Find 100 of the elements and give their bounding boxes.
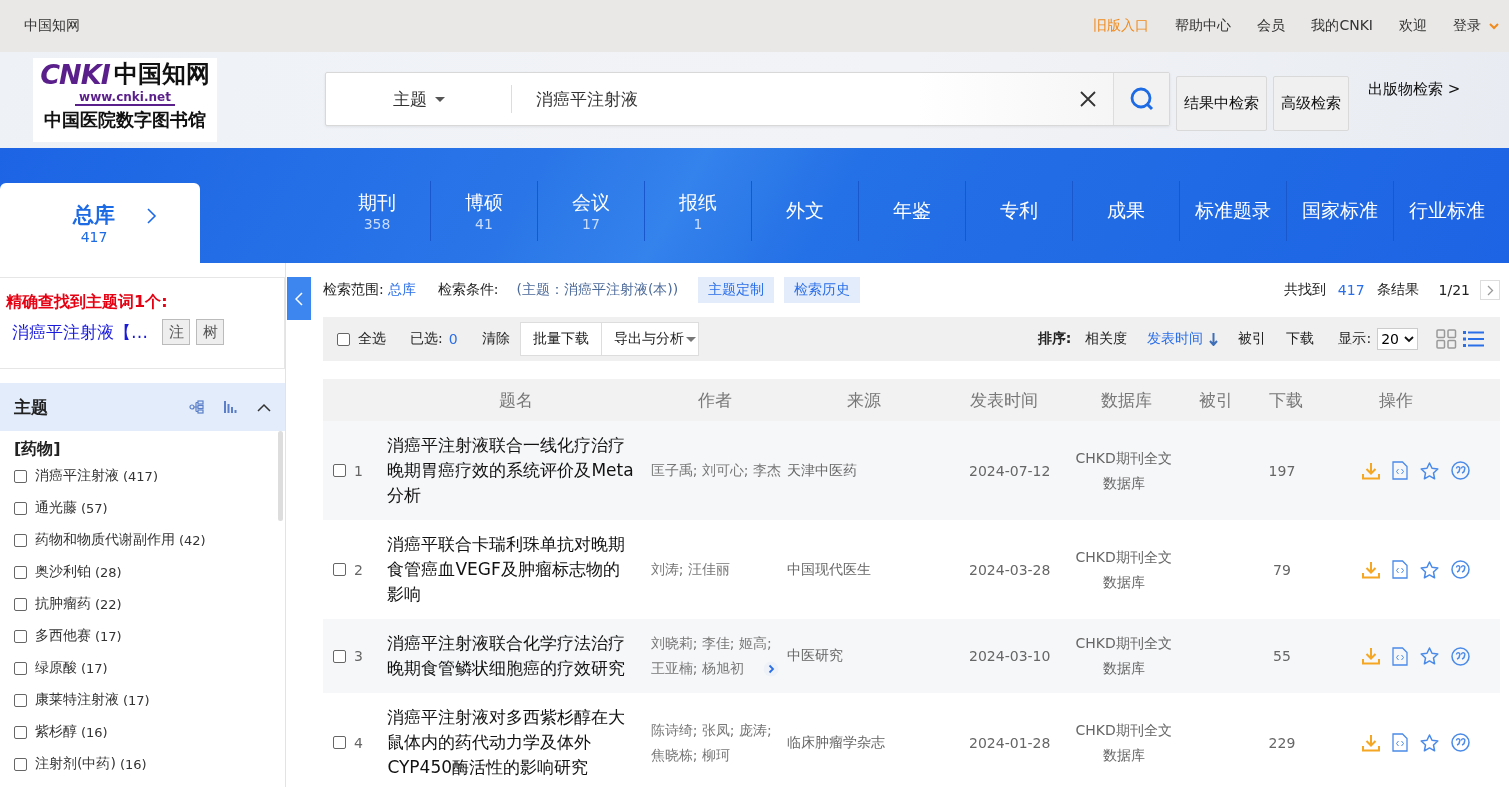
publication-search-link[interactable]: 出版物检索 > — [1368, 80, 1461, 99]
facet-option[interactable]: 奥沙利铂 (28) — [14, 556, 285, 588]
top-link[interactable]: 欢迎 — [1399, 17, 1427, 35]
info-button[interactable]: 主题定制 — [698, 277, 775, 303]
document-icon[interactable] — [1391, 560, 1408, 579]
database-tab[interactable]: 会议 17 — [537, 181, 644, 241]
database-tab[interactable]: 报纸 1 — [644, 181, 751, 241]
quote-icon[interactable] — [1450, 733, 1470, 752]
sort-option[interactable]: 相关度 — [1075, 330, 1138, 348]
article-title-link[interactable]: 消癌平注射液对多西紫杉醇在大鼠体内的药代动力学及体外CYP450酶活性的影响研究 — [387, 705, 647, 780]
author-list[interactable]: 刘晓莉; 李佳; 姬高; 王亚楠; 杨旭初 — [650, 631, 784, 681]
top-link[interactable]: 帮助中心 — [1175, 17, 1232, 35]
arrow-down-icon[interactable] — [1209, 332, 1219, 346]
facet-option[interactable]: 消癌平注射液 (417) — [14, 460, 285, 492]
star-icon[interactable] — [1419, 461, 1439, 480]
select-all-checkbox[interactable]: 全选 — [337, 330, 386, 348]
download-icon[interactable] — [1361, 560, 1380, 579]
download-icon[interactable] — [1361, 461, 1380, 480]
checkbox[interactable] — [14, 629, 27, 643]
checkbox[interactable] — [14, 725, 27, 739]
database-tab[interactable]: 年鉴 — [858, 181, 965, 241]
topic-term-button[interactable]: 注 — [162, 319, 190, 345]
checkbox[interactable] — [14, 533, 27, 547]
bar-chart-icon[interactable] — [223, 400, 239, 414]
caret-icon[interactable] — [1404, 335, 1414, 343]
database-tab[interactable]: 博硕 41 — [430, 181, 537, 241]
star-icon[interactable] — [1419, 647, 1439, 665]
list-view-icon[interactable] — [1463, 330, 1484, 348]
facet-option[interactable]: 多西他赛 (17) — [14, 620, 285, 652]
sort-option[interactable]: 发表时间 — [1137, 330, 1229, 348]
search-button[interactable] — [1113, 73, 1169, 125]
row-checkbox[interactable]: 2 — [323, 561, 388, 578]
collapse-sidebar-button[interactable] — [287, 277, 311, 320]
close-icon[interactable] — [1080, 91, 1096, 107]
database-tab[interactable]: 期刊 358 — [324, 181, 430, 241]
source-link[interactable]: 天津中医药 — [787, 461, 956, 480]
sort-option[interactable]: 下载 — [1276, 330, 1325, 348]
database-tab[interactable]: 国家标准 — [1286, 181, 1393, 241]
row-checkbox[interactable]: 3 — [323, 648, 388, 664]
search-option-button[interactable]: 高级检索 — [1273, 76, 1349, 131]
export-dropdown[interactable]: 导出与分析 — [601, 322, 699, 356]
chevron-right-icon[interactable] — [1486, 284, 1494, 296]
star-icon[interactable] — [1419, 733, 1439, 752]
facet-option[interactable]: 紫杉醇 (16) — [14, 716, 285, 748]
database-tab[interactable]: 成果 — [1072, 181, 1179, 241]
row-checkbox[interactable]: 4 — [323, 734, 388, 751]
checkbox[interactable] — [14, 661, 27, 675]
document-icon[interactable] — [1391, 646, 1408, 666]
site-name[interactable]: 中国知网 — [24, 17, 80, 35]
search-icon[interactable] — [1128, 86, 1155, 112]
site-logo[interactable]: CNKI中国知网 www.cnki.net 中国医院数字图书馆 — [33, 58, 217, 142]
checkbox[interactable] — [14, 565, 27, 579]
document-icon[interactable] — [1391, 461, 1408, 480]
facet-option[interactable]: 通光藤 (57) — [14, 492, 285, 524]
download-icon[interactable] — [1361, 647, 1380, 665]
chevron-right-icon[interactable] — [147, 208, 157, 224]
quote-icon[interactable] — [1450, 646, 1470, 666]
row-checkbox[interactable]: 1 — [323, 462, 388, 479]
sort-option[interactable]: 被引 — [1228, 330, 1277, 348]
source-link[interactable]: 中医研究 — [787, 647, 956, 665]
topic-term-button[interactable]: 树 — [196, 319, 224, 345]
article-title-link[interactable]: 消癌平注射液联合化学疗法治疗晚期食管鳞状细胞癌的疗效研究 — [387, 631, 647, 681]
database-tab[interactable]: 标准题录 — [1179, 181, 1286, 241]
topic-term-link[interactable]: 消癌平注射液【… — [12, 320, 148, 344]
quote-icon[interactable] — [1450, 461, 1470, 480]
top-link[interactable]: 我的CNKI — [1311, 17, 1373, 35]
next-page-button[interactable] — [1480, 280, 1500, 300]
checkbox[interactable] — [14, 501, 27, 515]
star-icon[interactable] — [1419, 560, 1439, 579]
checkbox[interactable] — [14, 757, 27, 771]
source-link[interactable]: 临床肿瘤学杂志 — [787, 733, 956, 752]
login-link[interactable]: 登录 — [1453, 17, 1481, 35]
top-link[interactable]: 会员 — [1257, 17, 1286, 35]
source-link[interactable]: 中国现代医生 — [787, 560, 956, 579]
chevron-left-icon[interactable] — [295, 291, 303, 306]
author-list[interactable]: 匡子禹; 刘可心; 李杰 — [650, 458, 784, 483]
search-input[interactable]: 消癌平注射液 — [512, 88, 1080, 110]
author-list[interactable]: 陈诗绮; 张凤; 庞涛; 焦晓栋; 柳珂 — [650, 717, 784, 768]
chevron-right-icon[interactable] — [763, 661, 780, 677]
quote-icon[interactable] — [1450, 560, 1470, 579]
clear-button[interactable]: 清除 — [477, 330, 514, 348]
checkbox[interactable] — [14, 597, 27, 611]
database-tab[interactable]: 行业标准 — [1393, 181, 1500, 241]
facet-option[interactable]: 药物和物质代谢副作用 (42) — [14, 524, 285, 556]
database-tab[interactable]: 总库 417 — [0, 183, 200, 263]
document-icon[interactable] — [1391, 733, 1408, 752]
download-icon[interactable] — [1361, 733, 1380, 752]
tree-icon[interactable] — [189, 399, 205, 415]
article-title-link[interactable]: 消癌平注射液联合一线化疗治疗晚期胃癌疗效的系统评价及Meta分析 — [387, 433, 647, 508]
facet-option[interactable]: 注射剂(中药) (16) — [14, 748, 285, 780]
page-size-select[interactable]: 20 — [1377, 328, 1418, 350]
search-field-dropdown[interactable]: 主题 — [326, 85, 512, 113]
grid-view-icon[interactable] — [1436, 329, 1457, 349]
search-field[interactable]: 主题 消癌平注射液 — [325, 72, 1170, 126]
batch-download-button[interactable]: 批量下载 — [519, 322, 602, 356]
checkbox[interactable] — [14, 693, 27, 707]
facet-option[interactable]: 绿原酸 (17) — [14, 652, 285, 684]
checkbox[interactable] — [14, 469, 27, 483]
author-list[interactable]: 刘涛; 汪佳丽 — [650, 557, 784, 582]
collapse-icon[interactable] — [257, 402, 271, 412]
